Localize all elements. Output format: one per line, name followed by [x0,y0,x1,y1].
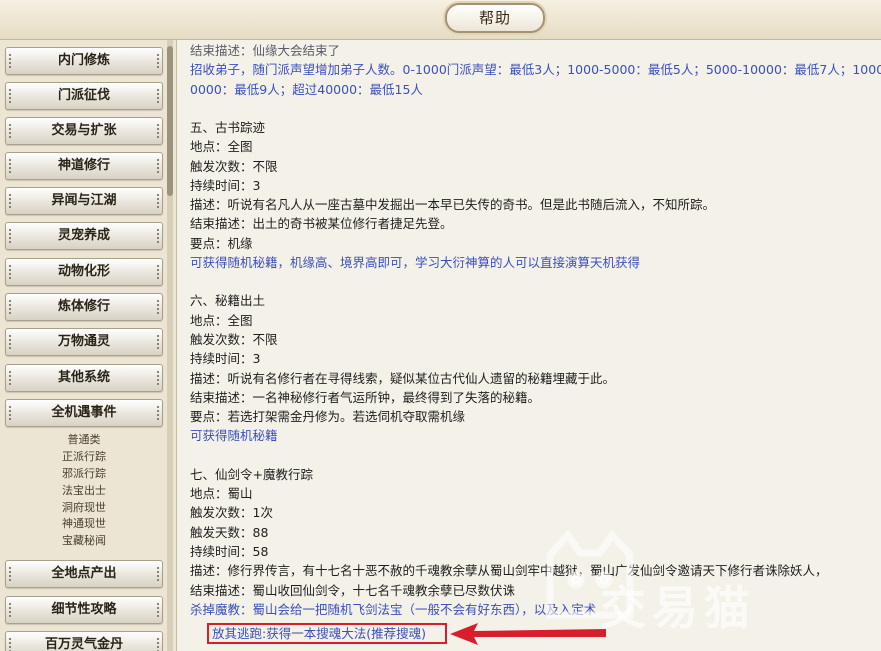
sidebar-item-7[interactable]: 炼体修行 [5,293,163,321]
grip-icon [9,159,12,173]
grip-icon [9,229,12,243]
content-line: 招收弟子，随门派声望增加弟子人数。0-1000门派声望：最低3人；1000-50… [190,62,881,78]
sidebar-item-label: 百万灵气金丹 [44,637,123,651]
grip-icon [156,124,159,138]
sidebar-item-5[interactable]: 灵宠养成 [5,222,163,250]
content-line: 结束描述：出土的奇书被某位修行者捷足先登。 [190,216,453,232]
watermark-text: 交易猫 [600,581,756,635]
grip-icon [156,567,159,581]
grip-icon [156,159,159,173]
content-line: 可获得随机秘籍，机缘高、境界高即可，学习大衍神算的人可以直接演算天机获得 [190,255,641,270]
sidebar-item-6[interactable]: 动物化形 [5,258,163,286]
grip-icon [9,335,12,349]
grip-icon [9,638,12,651]
content-line: 六、秘籍出土 [190,293,266,309]
content-line: 持续时间：3 [190,177,261,193]
grip-icon [156,194,159,208]
sidebar-item-label: 交易与扩张 [51,123,117,138]
content-line: 触发次数：不限 [190,331,278,347]
content-line: 持续时间：58 [190,543,269,559]
sidebar-item-9[interactable]: 其他系统 [5,364,163,392]
red-arrow-icon [450,623,606,645]
sidebar-bottom-item-0[interactable]: 全地点产出 [5,560,163,588]
grip-icon [9,603,12,617]
sidebar-item-1[interactable]: 门派征伐 [5,82,163,110]
sidebar-item-label: 门派征伐 [57,88,110,103]
grip-icon [156,54,159,68]
sidebar-item-label: 细节性攻略 [51,602,117,617]
grip-icon [9,406,12,420]
sidebar-item-8[interactable]: 万物通灵 [5,328,163,356]
grip-icon [156,300,159,314]
sidebar-item-label: 内门修炼 [57,53,110,68]
sidebar-subitem[interactable]: 洞府现世 [5,500,163,517]
content-line: 五、古书踪迹 [190,119,266,135]
grip-icon [156,406,159,420]
content-line: 触发次数：1次 [190,505,273,521]
sidebar-item-2[interactable]: 交易与扩张 [5,117,163,145]
grip-icon [9,567,12,581]
sidebar-item-label: 其他系统 [57,370,110,385]
sidebar-subitem[interactable]: 宝藏秘闻 [5,533,163,550]
sidebar-item-label: 灵宠养成 [57,228,110,243]
sidebar-subitem[interactable]: 法宝出士 [5,483,163,500]
sidebar-item-label: 炼体修行 [57,299,110,314]
grip-icon [156,335,159,349]
sidebar-subitem[interactable]: 神通现世 [5,516,163,533]
sidebar-item-10[interactable]: 全机遇事件 [5,399,163,427]
grip-icon [156,265,159,279]
sidebar-item-4[interactable]: 异闻与江湖 [5,187,163,215]
content-line: 七、仙剑令+魔教行踪 [190,466,313,482]
sidebar-item-label: 全地点产出 [51,566,117,581]
sidebar-item-3[interactable]: 神道修行 [5,152,163,180]
grip-icon [156,603,159,617]
help-content: 结束描述：仙缘大会结束了招收弟子，随门派声望增加弟子人数。0-1000门派声望：… [176,40,881,651]
sidebar-bottom-item-2[interactable]: 百万灵气金丹 [5,631,163,651]
grip-icon [9,89,12,103]
grip-icon [9,194,12,208]
content-line: 可获得随机秘籍 [190,428,278,444]
sidebar-item-label: 异闻与江湖 [51,193,117,208]
window-header: 帮助 [0,0,881,40]
content-line: 地点：全图 [190,312,253,328]
content-line: 触发天数：88 [190,524,269,540]
sidebar-subitem[interactable]: 正派行踪 [5,449,163,466]
content-line: 触发次数：不限 [190,158,278,174]
window-title: 帮助 [445,3,545,33]
grip-icon [9,54,12,68]
content-line: 要点：机缘 [190,235,253,251]
sidebar-subnav: 普通类 正派行踪 邪派行踪 法宝出士 洞府现世 神通现世 宝藏秘闻 [5,432,163,550]
sidebar-scrollbar[interactable] [167,40,173,651]
content-line: 地点：全图 [190,139,253,155]
grip-icon [156,638,159,651]
grip-icon [156,229,159,243]
content-line: 结束描述：蜀山收回仙剑令，十七名千魂教余孽已尽数伏诛 [190,582,516,598]
sidebar-item-label: 万物通灵 [57,334,110,349]
grip-icon [9,300,12,314]
grip-icon [9,371,12,385]
content-line: 结束描述：一名神秘修行者气运所钟，最终得到了失落的秘籍。 [190,389,541,405]
sidebar-item-0[interactable]: 内门修炼 [5,47,163,75]
highlighted-text: 放其逃跑:获得一本搜魂大法(推荐搜魂) [212,626,426,641]
grip-icon [156,89,159,103]
content-line: 要点：若选打架需金丹修为。若选伺机夺取需机缘 [190,409,466,425]
sidebar-subitem[interactable]: 邪派行踪 [5,466,163,483]
sidebar-item-label: 全机遇事件 [51,405,117,420]
sidebar-bottom-item-1[interactable]: 细节性攻略 [5,596,163,624]
grip-icon [9,265,12,279]
content-line: 杀掉魔教：蜀山会给一把随机飞剑法宝（一般不会有好东西），以及入定术 [190,601,597,617]
sidebar-subitem[interactable]: 普通类 [5,432,163,449]
sidebar-item-label: 神道修行 [57,158,110,173]
sidebar-item-label: 动物化形 [57,264,110,279]
scroll-thumb[interactable] [167,46,173,196]
grip-icon [9,124,12,138]
content-line: 结束描述：仙缘大会结束了 [190,43,341,58]
content-line: 描述：听说有名凡人从一座古墓中发掘出一本早已失传的奇书。但是此书随后流入，不知所… [190,197,716,213]
content-line: 地点：蜀山 [190,486,253,501]
content-line: 0000：最低9人；超过40000：最低15人 [190,81,423,97]
content-line: 描述：听说有名修行者在寻得线索，疑似某位古代仙人遗留的秘籍埋藏于此。 [190,370,616,386]
grip-icon [156,371,159,385]
content-line: 持续时间：3 [190,351,261,367]
